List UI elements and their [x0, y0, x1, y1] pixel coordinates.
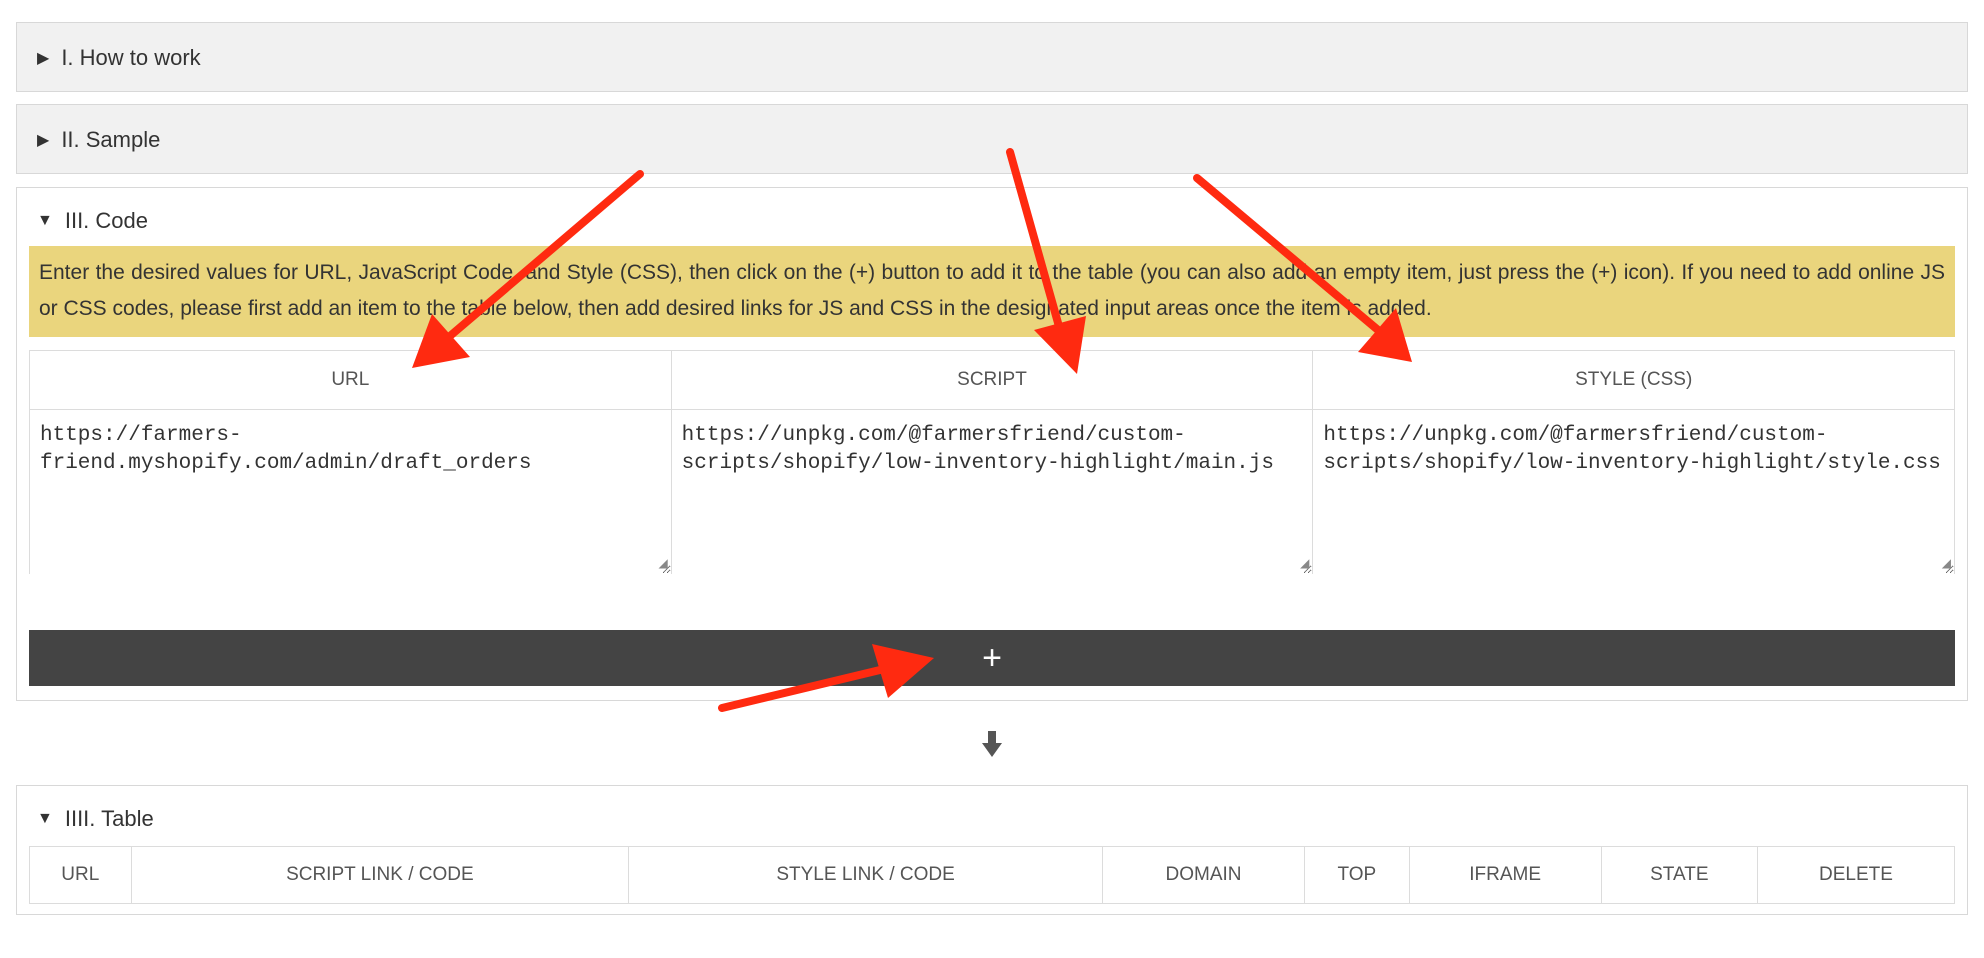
arrow-down-icon: [982, 731, 1002, 757]
plus-icon: +: [982, 638, 1002, 677]
url-input[interactable]: https://farmers-friend.myshopify.com/adm…: [30, 410, 671, 574]
table-header-top: TOP: [1305, 847, 1410, 903]
table-header-style: STYLE LINK / CODE: [629, 847, 1103, 903]
table-header-state: STATE: [1602, 847, 1758, 903]
instructions-notice: Enter the desired values for URL, JavaSc…: [29, 246, 1955, 337]
section-table: ▼ IIII. Table URL SCRIPT LINK / CODE STY…: [16, 785, 1968, 915]
triangle-down-icon: ▼: [37, 810, 53, 827]
table-header-iframe: IFRAME: [1410, 847, 1602, 903]
section-how-to-work-toggle[interactable]: ▶ I. How to work: [37, 23, 201, 93]
table-header-domain: DOMAIN: [1103, 847, 1306, 903]
triangle-right-icon: ▶: [37, 132, 50, 149]
triangle-down-icon: ▼: [37, 212, 53, 229]
code-input-grid: URL https://farmers-friend.myshopify.com…: [29, 350, 1955, 574]
section-code-toggle[interactable]: ▼ III. Code: [37, 188, 148, 254]
triangle-right-icon: ▶: [37, 50, 50, 67]
url-column-header: URL: [30, 351, 671, 410]
style-column-header: STYLE (CSS): [1313, 351, 1955, 410]
resize-grip-icon[interactable]: ◢: [1937, 556, 1951, 570]
section-code-title: III. Code: [64, 208, 148, 233]
table-header-delete: DELETE: [1819, 864, 1893, 885]
url-column: URL https://farmers-friend.myshopify.com…: [30, 351, 672, 574]
table-header-url: URL: [30, 847, 132, 903]
resize-grip-icon[interactable]: ◢: [1295, 556, 1309, 570]
add-item-button[interactable]: +: [29, 630, 1955, 686]
script-input[interactable]: https://unpkg.com/@farmersfriend/custom-…: [671, 410, 1313, 574]
table-header-script: SCRIPT LINK / CODE: [132, 847, 630, 903]
script-column-header: SCRIPT: [671, 351, 1313, 410]
section-table-toggle[interactable]: ▼ IIII. Table: [37, 786, 154, 852]
style-column: STYLE (CSS) https://unpkg.com/@farmersfr…: [1313, 351, 1955, 574]
section-sample[interactable]: ▶ II. Sample: [16, 104, 1968, 174]
items-table: URL SCRIPT LINK / CODE STYLE LINK / CODE…: [29, 846, 1955, 904]
section-code: ▼ III. Code Enter the desired values for…: [16, 187, 1968, 701]
script-column: SCRIPT https://unpkg.com/@farmersfriend/…: [671, 351, 1314, 574]
resize-grip-icon[interactable]: ◢: [654, 556, 667, 570]
section-sample-title: II. Sample: [61, 127, 161, 152]
style-input[interactable]: https://unpkg.com/@farmersfriend/custom-…: [1313, 410, 1955, 574]
section-how-to-work[interactable]: ▶ I. How to work: [16, 22, 1968, 92]
section-sample-toggle[interactable]: ▶ II. Sample: [37, 105, 160, 175]
section-how-to-work-title: I. How to work: [61, 45, 201, 70]
section-table-title: IIII. Table: [64, 806, 154, 831]
